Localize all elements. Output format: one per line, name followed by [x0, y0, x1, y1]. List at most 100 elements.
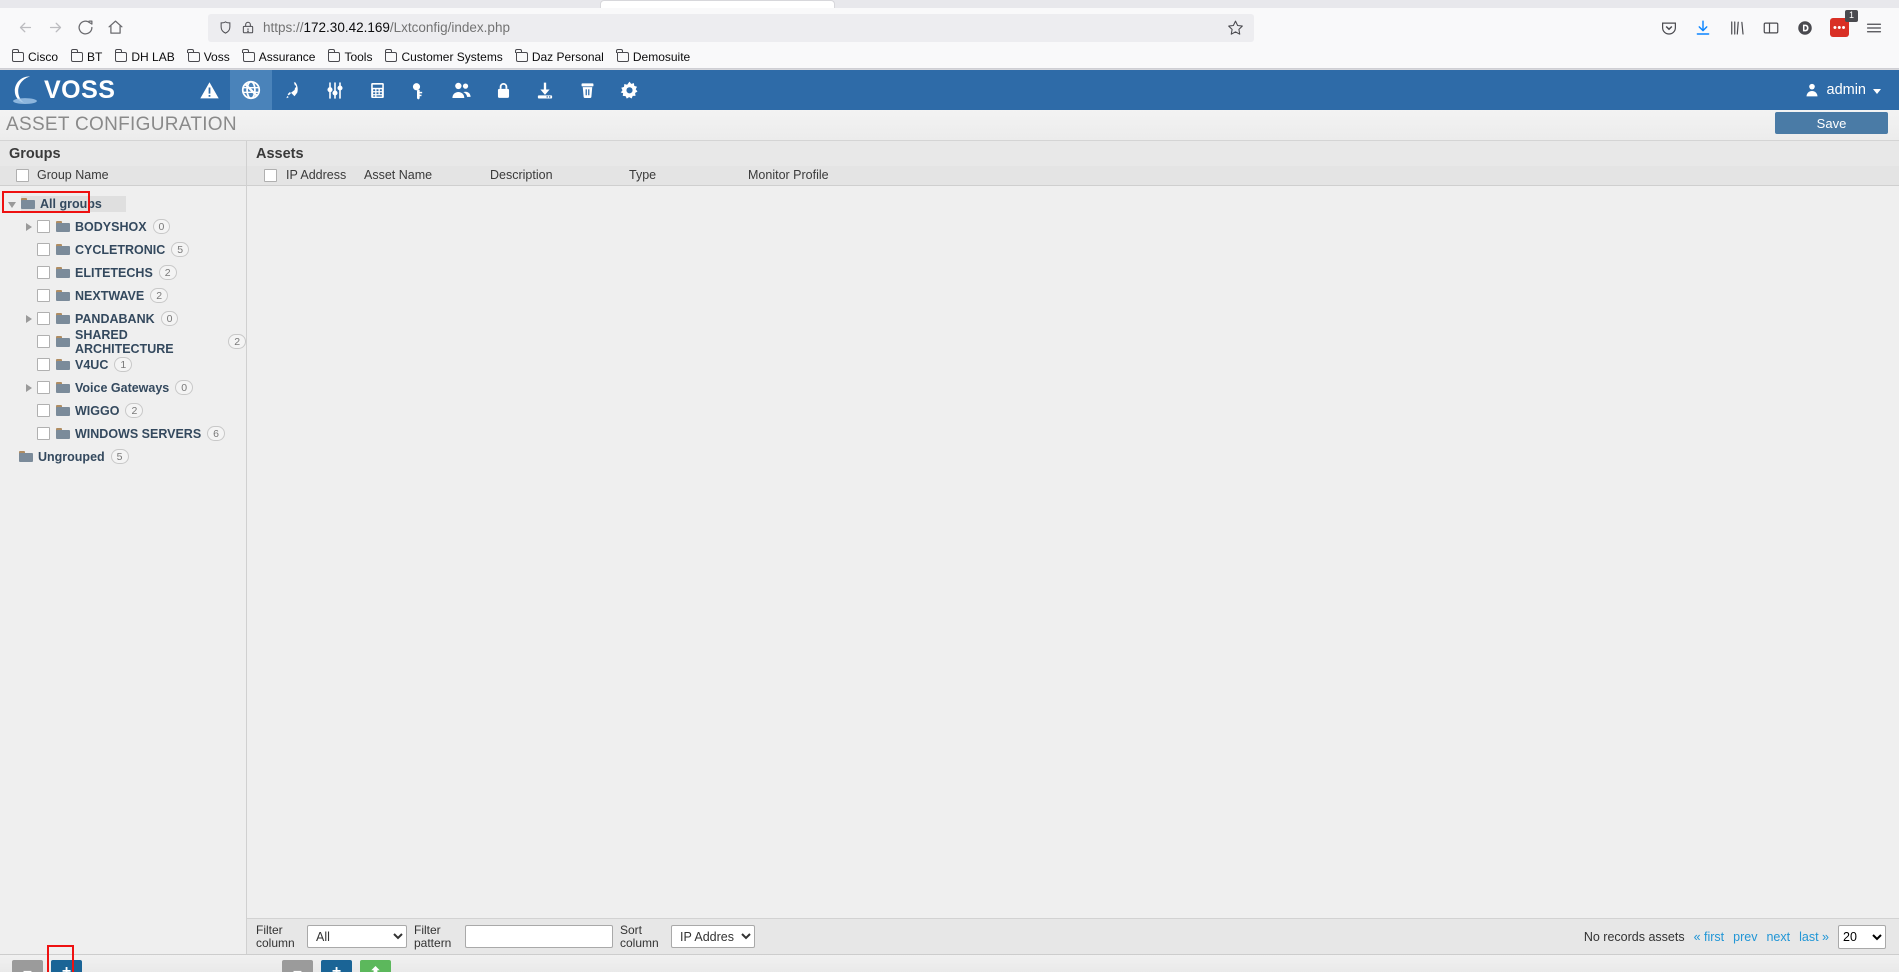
remove-asset-button[interactable]: –: [282, 960, 313, 972]
pager-last-link[interactable]: last »: [1799, 930, 1829, 944]
sliders-icon[interactable]: [314, 70, 356, 110]
rocket-icon[interactable]: [272, 70, 314, 110]
star-icon[interactable]: [1227, 19, 1244, 36]
bookmark-item[interactable]: Assurance: [239, 48, 322, 66]
sidebar-icon[interactable]: [1762, 19, 1780, 37]
pager-prev-link[interactable]: prev: [1733, 930, 1757, 944]
chevron-right-icon[interactable]: [26, 384, 32, 392]
group-row-content[interactable]: Voice Gateways0: [37, 380, 193, 395]
lock-warning-icon[interactable]: [241, 20, 255, 35]
remove-group-button[interactable]: –: [12, 960, 43, 972]
group-checkbox[interactable]: [37, 404, 50, 417]
sort-column-select[interactable]: IP AddressAsset NameDescriptionTypeMonit…: [671, 925, 755, 948]
group-tree-row[interactable]: CYCLETRONIC5: [0, 238, 246, 261]
column-type[interactable]: Type: [629, 168, 748, 182]
group-tree-row[interactable]: WINDOWS SERVERS6: [0, 422, 246, 445]
group-row-content[interactable]: CYCLETRONIC5: [37, 242, 189, 257]
select-all-assets-checkbox[interactable]: [264, 169, 277, 182]
alerts-icon[interactable]: [188, 70, 230, 110]
column-description[interactable]: Description: [490, 168, 629, 182]
save-button[interactable]: Save: [1775, 112, 1888, 134]
bookmark-item[interactable]: Tools: [324, 48, 378, 66]
group-row-content[interactable]: SHARED ARCHITECTURE2: [37, 328, 246, 356]
bookmark-item[interactable]: Daz Personal: [512, 48, 610, 66]
group-tree-row[interactable]: All groups: [0, 192, 246, 215]
group-checkbox[interactable]: [37, 289, 50, 302]
group-tree-row[interactable]: V4UC1: [0, 353, 246, 376]
column-ip-address[interactable]: IP Address: [286, 168, 364, 182]
pager-next-link[interactable]: next: [1766, 930, 1790, 944]
archive-icon[interactable]: [566, 70, 608, 110]
group-tree-row[interactable]: Voice Gateways0: [0, 376, 246, 399]
group-row-content[interactable]: ELITETECHS2: [37, 265, 177, 280]
chevron-right-icon[interactable]: [26, 315, 32, 323]
bookmark-item[interactable]: BT: [67, 48, 108, 66]
active-browser-tab[interactable]: [600, 0, 835, 8]
page-size-select[interactable]: 2050100: [1838, 925, 1886, 949]
select-all-groups-checkbox[interactable]: [16, 169, 29, 182]
tab-strip: [0, 0, 1899, 8]
bookmark-item[interactable]: DH LAB: [111, 48, 180, 66]
group-tree-row[interactable]: SHARED ARCHITECTURE2: [0, 330, 246, 353]
filter-column-select[interactable]: All: [307, 925, 407, 948]
filter-pattern-input[interactable]: [465, 925, 613, 948]
library-icon[interactable]: [1728, 19, 1746, 37]
pocket-icon[interactable]: [1660, 19, 1678, 37]
folder-icon: [56, 267, 70, 278]
users-icon[interactable]: [440, 70, 482, 110]
group-checkbox[interactable]: [37, 312, 50, 325]
upload-asset-button[interactable]: ⬆: [360, 960, 391, 972]
group-row-content[interactable]: V4UC1: [37, 357, 132, 372]
account-icon[interactable]: [1796, 19, 1814, 37]
group-checkbox[interactable]: [37, 427, 50, 440]
download-icon[interactable]: [524, 70, 566, 110]
url-bar[interactable]: https://172.30.42.169/Lxtconfig/index.ph…: [208, 14, 1254, 42]
group-row-content[interactable]: WINDOWS SERVERS6: [37, 426, 225, 441]
url-text[interactable]: https://172.30.42.169/Lxtconfig/index.ph…: [263, 20, 1219, 35]
home-icon[interactable]: [100, 13, 130, 43]
gear-icon[interactable]: [608, 70, 650, 110]
key-icon[interactable]: [398, 70, 440, 110]
group-tree-row[interactable]: WIGGO2: [0, 399, 246, 422]
extension-icon[interactable]: ••• 1: [1830, 18, 1849, 37]
forward-arrow-icon[interactable]: [40, 13, 70, 43]
reload-icon[interactable]: [70, 13, 100, 43]
hamburger-menu-icon[interactable]: [1865, 19, 1883, 37]
group-checkbox[interactable]: [37, 266, 50, 279]
group-row-content[interactable]: All groups: [21, 196, 126, 212]
lock-icon[interactable]: [482, 70, 524, 110]
bookmark-item[interactable]: Voss: [184, 48, 236, 66]
group-checkbox[interactable]: [37, 220, 50, 233]
group-row-content[interactable]: PANDABANK0: [37, 311, 178, 326]
group-row-content[interactable]: NEXTWAVE2: [37, 288, 168, 303]
voss-brand-logo[interactable]: VOSS: [8, 73, 168, 107]
column-monitor-profile[interactable]: Monitor Profile: [748, 168, 829, 182]
group-row-content[interactable]: Ungrouped5: [19, 449, 129, 464]
download-icon[interactable]: [1694, 19, 1712, 37]
bookmark-item[interactable]: Cisco: [8, 48, 64, 66]
group-tree-row[interactable]: BODYSHOX0: [0, 215, 246, 238]
group-checkbox[interactable]: [37, 358, 50, 371]
bookmark-item[interactable]: Demosuite: [613, 48, 696, 66]
group-checkbox[interactable]: [37, 381, 50, 394]
add-group-button[interactable]: +: [51, 960, 82, 972]
bookmark-item[interactable]: Customer Systems: [381, 48, 508, 66]
calculator-icon[interactable]: [356, 70, 398, 110]
group-tree-row[interactable]: ELITETECHS2: [0, 261, 246, 284]
shield-icon[interactable]: [218, 20, 233, 35]
bookmark-label: Cisco: [28, 50, 58, 64]
add-asset-button[interactable]: +: [321, 960, 352, 972]
group-checkbox[interactable]: [37, 335, 50, 348]
back-arrow-icon[interactable]: [10, 13, 40, 43]
group-checkbox[interactable]: [37, 243, 50, 256]
column-asset-name[interactable]: Asset Name: [364, 168, 490, 182]
chevron-down-icon[interactable]: [8, 202, 16, 208]
user-menu[interactable]: admin: [1804, 82, 1899, 98]
group-tree-row[interactable]: NEXTWAVE2: [0, 284, 246, 307]
pager-first-link[interactable]: « first: [1694, 930, 1725, 944]
chevron-right-icon[interactable]: [26, 223, 32, 231]
group-tree-row[interactable]: Ungrouped5: [0, 445, 246, 468]
group-row-content[interactable]: WIGGO2: [37, 403, 143, 418]
group-row-content[interactable]: BODYSHOX0: [37, 219, 170, 234]
network-globe-icon[interactable]: [230, 70, 272, 110]
